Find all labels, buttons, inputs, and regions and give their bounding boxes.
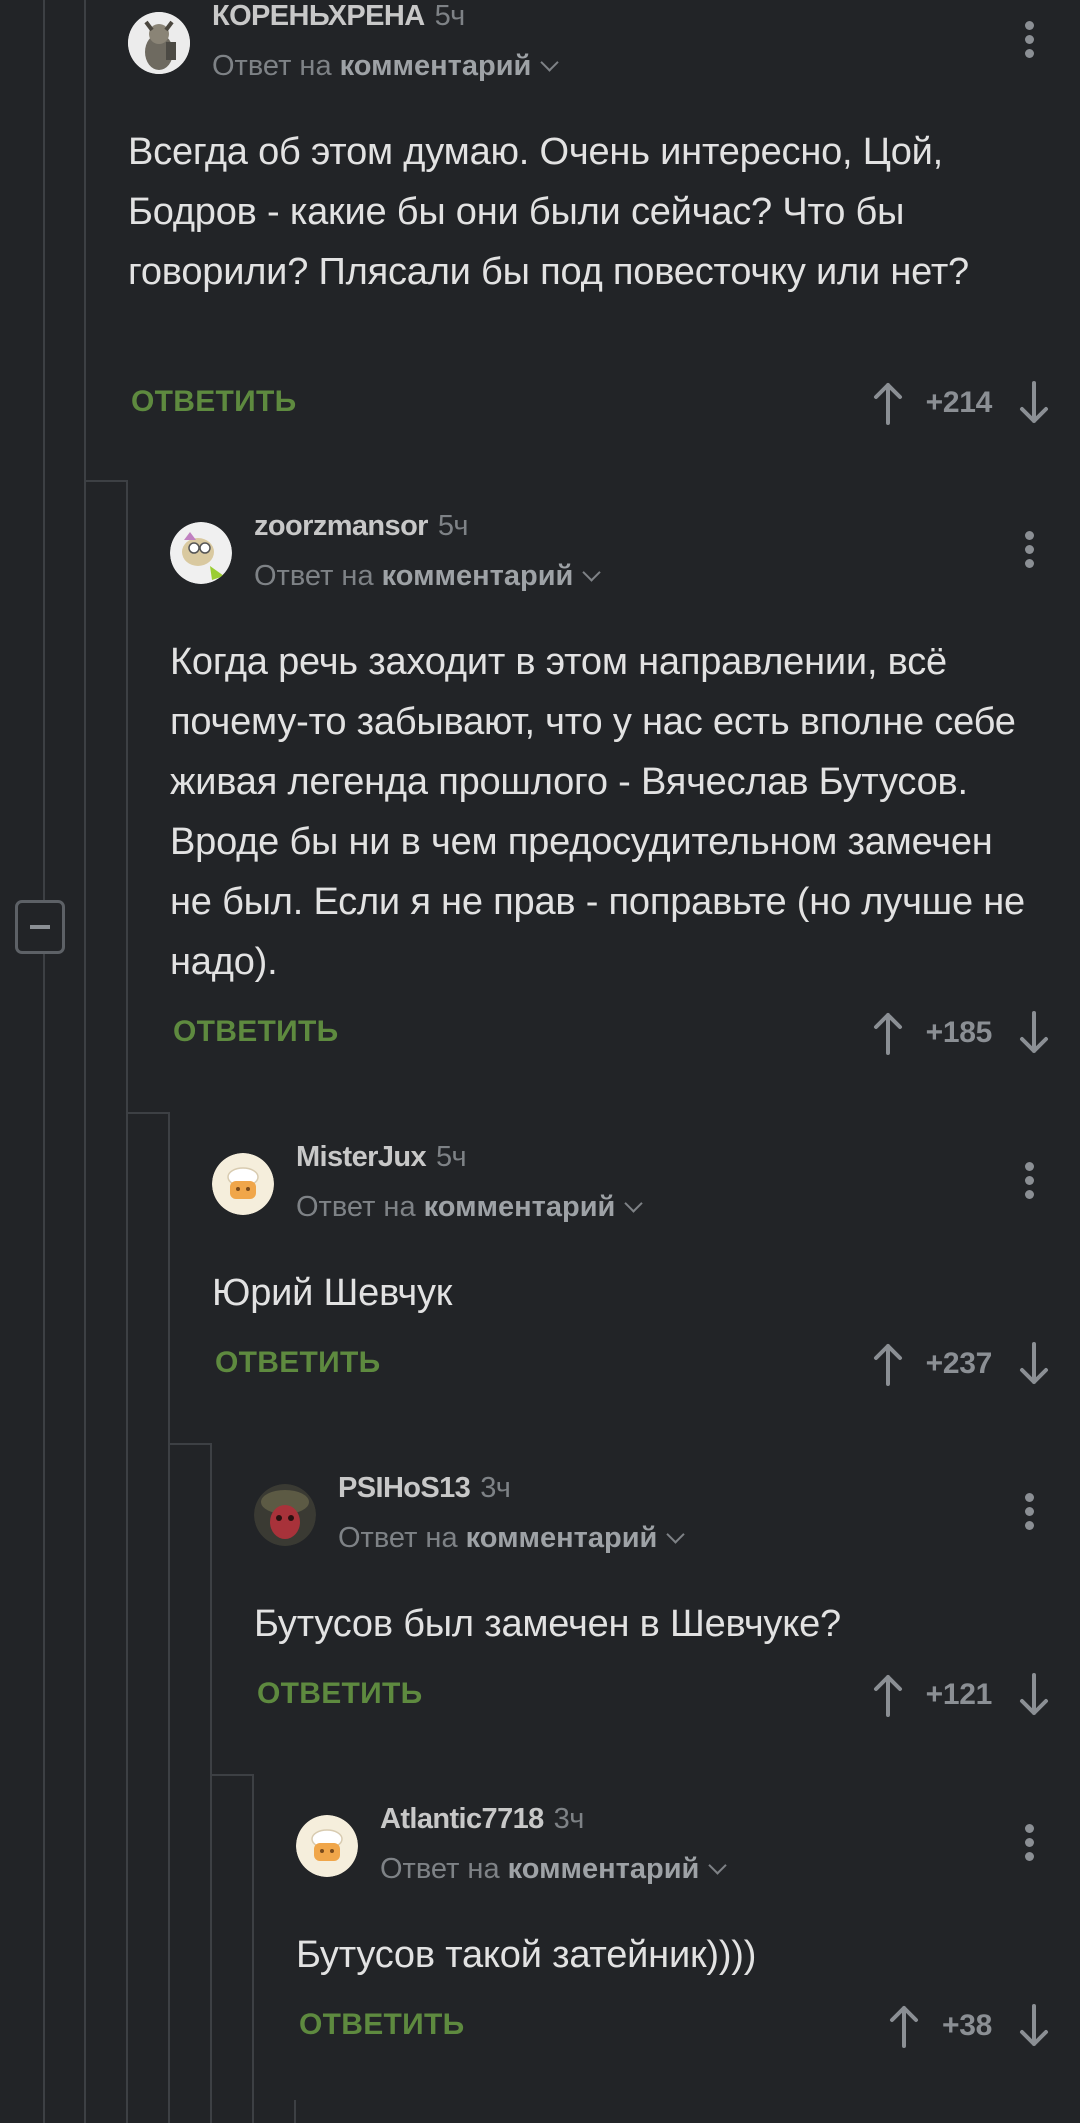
collapse-thread-button[interactable] — [15, 900, 65, 954]
vote-controls: +185 — [872, 1011, 1050, 1055]
arrow-down-icon[interactable] — [1018, 2004, 1050, 2048]
score: +185 — [925, 1016, 993, 1049]
thread-line — [43, 0, 45, 900]
reply-button[interactable]: ОТВЕТИТЬ — [299, 2008, 465, 2042]
comment-text: Бутусов такой затейник)))) — [296, 1934, 757, 1976]
minus-square-icon — [30, 925, 50, 929]
thread-connector — [126, 1112, 170, 1114]
vote-controls: +121 — [872, 1673, 1050, 1717]
score: +237 — [925, 1347, 993, 1380]
arrow-down-icon[interactable] — [1018, 1011, 1050, 1055]
comment-time: 5ч — [434, 0, 466, 32]
more-vertical-icon[interactable] — [1025, 21, 1035, 63]
score: +38 — [942, 2009, 992, 2042]
thread-line — [168, 1112, 170, 2123]
comment-text: Когда речь заходит в этом направлении, в… — [170, 641, 1025, 983]
more-vertical-icon[interactable] — [1025, 531, 1035, 573]
author-name[interactable]: PSIHoS13 3ч — [338, 1472, 511, 1505]
arrow-up-icon[interactable] — [872, 1011, 904, 1055]
author-name[interactable]: zoorzmansor 5ч — [254, 510, 469, 543]
avatar[interactable] — [296, 1815, 358, 1877]
reply-button[interactable]: ОТВЕТИТЬ — [215, 1346, 381, 1380]
reply-to-link[interactable]: Ответ на комментарий — [254, 560, 602, 593]
thread-line — [126, 480, 128, 2123]
avatar[interactable] — [212, 1153, 274, 1215]
avatar[interactable] — [128, 12, 190, 74]
thread-line — [84, 0, 86, 2123]
more-vertical-icon[interactable] — [1025, 1162, 1035, 1204]
reply-button[interactable]: ОТВЕТИТЬ — [131, 385, 297, 419]
comment-text: Всегда об этом думаю. Очень интересно, Ц… — [128, 131, 969, 293]
thread-connector — [210, 1774, 254, 1776]
comment: КОРЕНЬХРЕНА 5ч Ответ на комментарий Всегд… — [128, 0, 1080, 460]
chevron-down-icon — [666, 1525, 686, 1544]
chevron-down-icon — [540, 53, 560, 72]
arrow-up-icon[interactable] — [872, 1673, 904, 1717]
comment: zoorzmansor 5ч Ответ на комментарий Когда… — [170, 510, 1080, 1090]
comment-time: 5ч — [437, 510, 469, 542]
more-vertical-icon[interactable] — [1025, 1493, 1035, 1535]
vote-controls: +38 — [888, 2004, 1050, 2048]
reply-to-link[interactable]: Ответ на комментарий — [380, 1853, 728, 1886]
chevron-down-icon — [624, 1194, 644, 1213]
reply-button[interactable]: ОТВЕТИТЬ — [173, 1015, 339, 1049]
comment: PSIHoS13 3ч Ответ на комментарий Бутусов … — [254, 1472, 1080, 1772]
thread-line — [43, 954, 45, 2123]
comment-time: 3ч — [553, 1803, 585, 1835]
vote-controls: +214 — [872, 381, 1050, 425]
thread-connector — [84, 480, 128, 482]
author-name[interactable]: Atlantic7718 3ч — [380, 1803, 584, 1836]
thread-line — [210, 1443, 212, 2123]
arrow-up-icon[interactable] — [872, 381, 904, 425]
score: +121 — [925, 1678, 993, 1711]
thread-line — [294, 2100, 296, 2123]
avatar[interactable] — [254, 1484, 316, 1546]
thread-line — [252, 1774, 254, 2123]
chevron-down-icon — [708, 1856, 728, 1875]
vote-controls: +237 — [872, 1342, 1050, 1386]
chevron-down-icon — [582, 563, 602, 582]
comment-text: Юрий Шевчук — [212, 1272, 453, 1314]
comment: Atlantic7718 3ч Ответ на комментарий Буту… — [296, 1803, 1080, 2103]
reply-to-link[interactable]: Ответ на комментарий — [296, 1191, 644, 1224]
reply-to-link[interactable]: Ответ на комментарий — [338, 1522, 686, 1555]
arrow-down-icon[interactable] — [1018, 1673, 1050, 1717]
comment-time: 3ч — [480, 1472, 511, 1504]
comment: MisterJux 5ч Ответ на комментарий Юрий Ше… — [212, 1141, 1080, 1441]
arrow-up-icon[interactable] — [888, 2004, 920, 2048]
author-name[interactable]: MisterJux 5ч — [296, 1141, 467, 1174]
reply-button[interactable]: ОТВЕТИТЬ — [257, 1677, 423, 1711]
thread-connector — [168, 1443, 212, 1445]
avatar[interactable] — [170, 522, 232, 584]
arrow-down-icon[interactable] — [1018, 1342, 1050, 1386]
comment-text: Бутусов был замечен в Шевчуке? — [254, 1603, 841, 1645]
reply-to-link[interactable]: Ответ на комментарий — [212, 50, 560, 83]
arrow-down-icon[interactable] — [1018, 381, 1050, 425]
author-name[interactable]: КОРЕНЬХРЕНА 5ч — [212, 0, 465, 33]
arrow-up-icon[interactable] — [872, 1342, 904, 1386]
comment-time: 5ч — [436, 1141, 467, 1173]
score: +214 — [925, 386, 993, 419]
more-vertical-icon[interactable] — [1025, 1824, 1035, 1866]
